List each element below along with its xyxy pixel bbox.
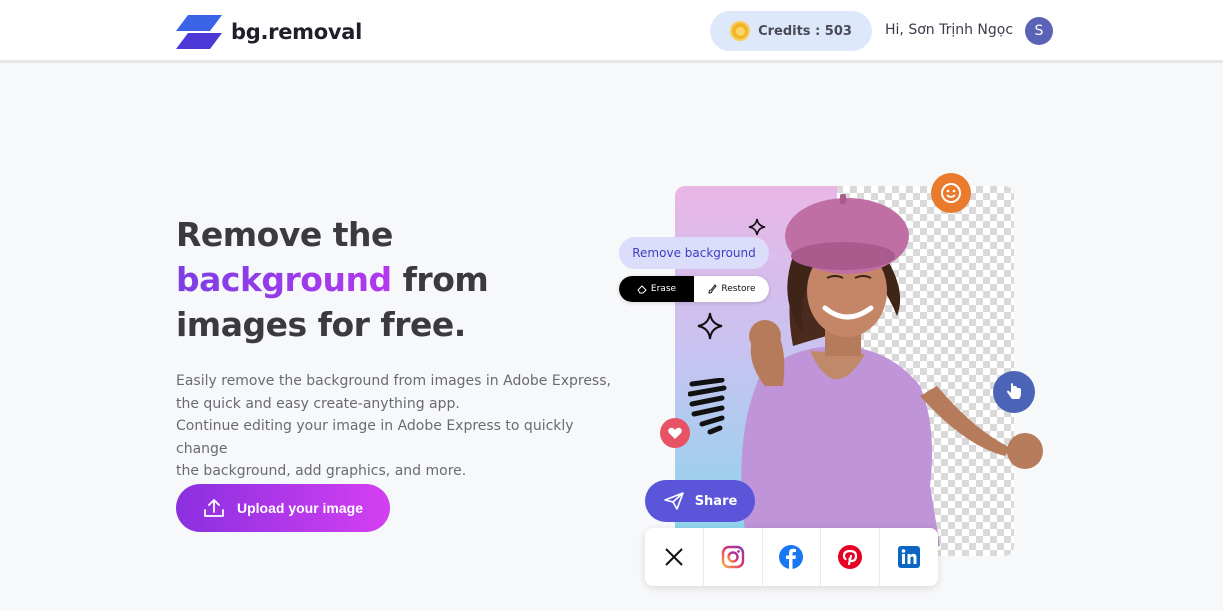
smile-badge bbox=[931, 173, 971, 213]
coin-icon bbox=[730, 21, 751, 41]
headline-accent: background bbox=[176, 260, 392, 299]
description-line: Continue editing your image in Adobe Exp… bbox=[176, 418, 574, 457]
logo-text: bg.removal bbox=[231, 20, 363, 44]
logo-icon bbox=[176, 15, 222, 49]
upload-label: Upload your image bbox=[236, 500, 364, 516]
remove-background-pill[interactable]: Remove background bbox=[619, 237, 769, 269]
top-header: bg.removal Credits : 503 Hi, Sơn Trịnh N… bbox=[0, 0, 1223, 63]
brush-icon bbox=[708, 284, 718, 294]
share-x[interactable] bbox=[645, 528, 704, 586]
facebook-icon bbox=[779, 545, 804, 569]
sparkle-icon bbox=[697, 312, 723, 340]
share-instagram[interactable] bbox=[704, 528, 763, 586]
x-icon bbox=[665, 548, 683, 566]
share-button[interactable]: Share bbox=[645, 480, 755, 522]
sparkle-icon bbox=[748, 218, 766, 236]
hero-description: Easily remove the background from images… bbox=[176, 370, 616, 483]
send-icon bbox=[663, 492, 684, 510]
restore-label: Restore bbox=[721, 284, 756, 294]
description-line: Easily remove the background from images… bbox=[176, 373, 611, 389]
headline-line1: Remove the bbox=[176, 215, 393, 254]
share-facebook[interactable] bbox=[763, 528, 822, 586]
linkedin-icon bbox=[898, 546, 921, 568]
smile-icon bbox=[941, 183, 961, 203]
credits-badge[interactable]: Credits : 503 bbox=[710, 11, 872, 51]
restore-toggle[interactable]: Restore bbox=[694, 276, 769, 302]
description-line: the quick and easy create-anything app. bbox=[176, 395, 460, 412]
instagram-icon bbox=[721, 545, 744, 569]
hand-pointer-icon bbox=[1007, 383, 1021, 399]
erase-toggle[interactable]: Erase bbox=[619, 276, 694, 302]
page-title: Remove the background from images for fr… bbox=[176, 212, 536, 347]
upload-image-button[interactable]: Upload your image bbox=[176, 484, 390, 532]
erase-label: Erase bbox=[650, 284, 677, 294]
heart-badge bbox=[660, 418, 690, 448]
share-pinterest[interactable] bbox=[821, 528, 881, 586]
credits-label: Credits : 503 bbox=[758, 23, 852, 39]
avatar[interactable]: S bbox=[1025, 17, 1053, 45]
heart-icon bbox=[668, 427, 682, 439]
upload-icon bbox=[204, 499, 224, 517]
share-linkedin[interactable] bbox=[880, 528, 938, 586]
pointer-badge bbox=[993, 371, 1035, 413]
pinterest-icon bbox=[838, 545, 863, 569]
headline-line3: images for free. bbox=[176, 305, 466, 344]
headline-rest: from bbox=[391, 260, 489, 299]
share-label: Share bbox=[694, 493, 738, 509]
eraser-icon bbox=[637, 285, 647, 294]
description-line: the background, add graphics, and more. bbox=[176, 463, 467, 479]
user-greeting: Hi, Sơn Trịnh Ngọc bbox=[885, 22, 1014, 38]
erase-restore-toggle: Erase Restore bbox=[619, 276, 769, 302]
scribble-decoration bbox=[688, 378, 727, 435]
logo[interactable]: bg.removal bbox=[176, 15, 362, 49]
social-share-bar bbox=[645, 528, 938, 586]
